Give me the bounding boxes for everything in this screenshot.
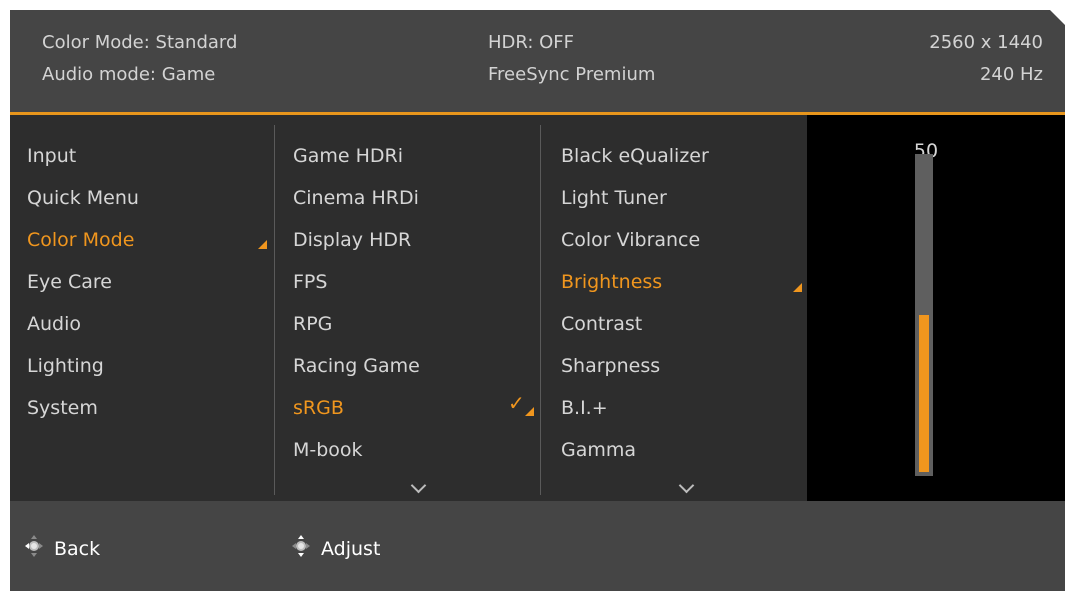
setting-item-black-equalizer[interactable]: Black eQualizer [561,141,709,171]
selected-marker-icon [793,283,802,292]
status-header: Color Mode: Standard Audio mode: Game HD… [10,10,1065,112]
brightness-slider[interactable] [915,154,933,476]
value-panel [807,115,1065,501]
adjust-hint-label: Adjust [321,538,381,560]
color-mode-item-rpg[interactable]: RPG [293,309,332,339]
main-menu-item-eye-care[interactable]: Eye Care [27,267,112,297]
setting-item-light-tuner[interactable]: Light Tuner [561,183,667,213]
hdr-status: HDR: OFF [488,32,575,53]
setting-item-gamma[interactable]: Gamma [561,435,636,465]
joystick-updown-icon [292,535,310,557]
column-divider [540,125,541,495]
setting-item-color-vibrance[interactable]: Color Vibrance [561,225,700,255]
color-mode-item-m-book[interactable]: M-book [293,435,363,465]
setting-item-bi-plus[interactable]: B.I.+ [561,393,608,423]
main-menu-item-lighting[interactable]: Lighting [27,351,104,381]
main-menu-item-system[interactable]: System [27,393,98,423]
selected-marker-icon [525,407,534,416]
color-mode-item-cinema-hrdi[interactable]: Cinema HRDi [293,183,419,213]
freesync-status: FreeSync Premium [488,64,656,85]
color-mode-item-display-hdr[interactable]: Display HDR [293,225,411,255]
color-mode-item-fps[interactable]: FPS [293,267,327,297]
selected-marker-icon [258,240,267,249]
picture-settings-column: Black eQualizer Light Tuner Color Vibran… [561,115,811,501]
main-menu-column: Input Quick Menu Color Mode Eye Care Aud… [27,115,277,501]
color-mode-column: Game HDRi Cinema HRDi Display HDR FPS RP… [293,115,543,501]
main-menu-item-quick-menu[interactable]: Quick Menu [27,183,139,213]
column-divider [274,125,275,495]
color-mode-item-racing-game[interactable]: Racing Game [293,351,420,381]
color-mode-item-game-hdri[interactable]: Game HDRi [293,141,403,171]
setting-item-brightness[interactable]: Brightness [561,267,662,297]
brightness-slider-fill [919,315,929,472]
setting-item-contrast[interactable]: Contrast [561,309,642,339]
footer-hints: Back Adjust [10,501,1065,591]
color-mode-status: Color Mode: Standard [42,32,238,53]
main-menu-item-color-mode[interactable]: Color Mode [27,225,134,255]
menu-body: Input Quick Menu Color Mode Eye Care Aud… [10,115,1065,501]
audio-mode-status: Audio mode: Game [42,64,216,85]
joystick-left-icon [25,535,43,557]
back-hint-label: Back [54,538,101,560]
checkmark-icon: ✓ [508,391,525,415]
osd-menu: Color Mode: Standard Audio mode: Game HD… [10,10,1065,591]
main-menu-item-input[interactable]: Input [27,141,76,171]
setting-item-sharpness[interactable]: Sharpness [561,351,660,381]
main-menu-item-audio[interactable]: Audio [27,309,81,339]
chevron-down-icon[interactable] [410,477,427,494]
refresh-rate-status: 240 Hz [979,64,1043,85]
chevron-down-icon[interactable] [678,477,695,494]
color-mode-item-srgb[interactable]: sRGB [293,393,344,423]
resolution-status: 2560 x 1440 [929,32,1043,53]
